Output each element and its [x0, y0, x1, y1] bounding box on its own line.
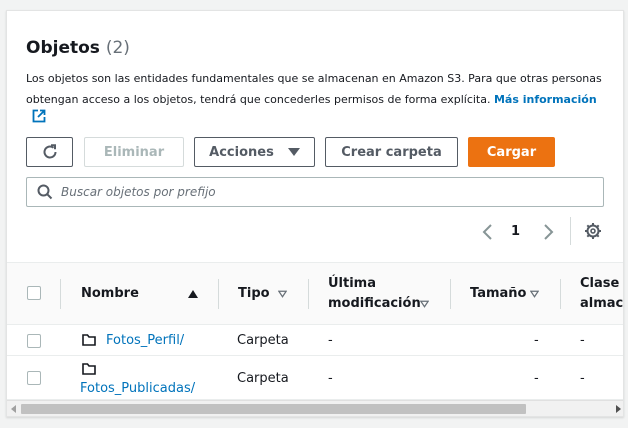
column-divider [218, 279, 219, 309]
caret-down-icon [287, 148, 300, 156]
column-header-last-modified-line2[interactable]: modificación [328, 294, 421, 314]
object-type: Carpeta [237, 333, 289, 348]
column-header-storage-class-line2[interactable]: almace [580, 294, 623, 314]
gear-icon[interactable] [584, 222, 602, 240]
current-page[interactable]: 1 [511, 224, 520, 239]
scrollbar-thumb[interactable] [21, 404, 526, 414]
scroll-right-arrow-icon[interactable] [616, 405, 621, 413]
object-name-link[interactable]: Fotos_Publicadas/ [80, 381, 195, 396]
upload-button[interactable]: Cargar [468, 137, 555, 167]
sort-ascending-icon[interactable] [188, 290, 198, 298]
column-divider [560, 279, 561, 309]
chevron-right-icon[interactable] [541, 223, 555, 241]
column-divider [308, 279, 309, 309]
column-header-size[interactable]: Tamaño [470, 284, 526, 304]
row-checkbox[interactable] [27, 371, 41, 385]
sort-icon[interactable] [420, 300, 429, 308]
pagination-divider [570, 217, 571, 245]
object-size: - [534, 371, 539, 386]
refresh-button[interactable] [26, 137, 73, 167]
column-divider [450, 279, 451, 309]
select-all-checkbox[interactable] [27, 286, 41, 300]
page-title: Objetos (2) [26, 38, 130, 58]
object-last-modified: - [328, 333, 333, 348]
object-last-modified: - [328, 371, 333, 386]
create-folder-button[interactable]: Crear carpeta [325, 137, 458, 167]
external-link-icon[interactable] [32, 109, 46, 123]
object-storage-class: - [580, 333, 585, 348]
refresh-icon [43, 144, 56, 159]
folder-icon [82, 334, 96, 346]
column-divider [60, 279, 61, 309]
folder-icon [82, 363, 96, 375]
object-type: Carpeta [237, 371, 289, 386]
more-info-link[interactable]: Más información [494, 93, 597, 106]
scroll-left-arrow-icon[interactable] [11, 405, 16, 413]
search-field[interactable] [26, 177, 604, 207]
column-header-storage-class-line1[interactable]: Clase d [580, 274, 623, 294]
column-header-name[interactable]: Nombre [81, 284, 139, 304]
sort-icon[interactable] [278, 290, 287, 298]
chevron-left-icon[interactable] [481, 223, 495, 241]
object-size: - [534, 333, 539, 348]
title-text: Objetos [26, 38, 100, 58]
description: Los objetos son las entidades fundamenta… [26, 68, 616, 110]
row-checkbox[interactable] [27, 334, 41, 348]
object-storage-class: - [580, 371, 585, 386]
search-icon [37, 184, 53, 200]
sort-icon[interactable] [530, 290, 539, 298]
objects-panel: Objetos (2) Los objetos son las entidade… [6, 10, 624, 417]
horizontal-scrollbar[interactable] [7, 400, 623, 416]
object-count: (2) [105, 38, 130, 58]
actions-dropdown[interactable]: Acciones [194, 137, 315, 167]
object-name-link[interactable]: Fotos_Perfil/ [106, 333, 184, 348]
delete-button[interactable]: Eliminar [84, 137, 184, 167]
actions-label: Acciones [209, 144, 274, 160]
table-row[interactable] [7, 325, 623, 356]
column-header-type[interactable]: Tipo [238, 284, 270, 304]
column-header-last-modified-line1[interactable]: Última [328, 274, 376, 294]
search-input[interactable] [61, 185, 603, 199]
